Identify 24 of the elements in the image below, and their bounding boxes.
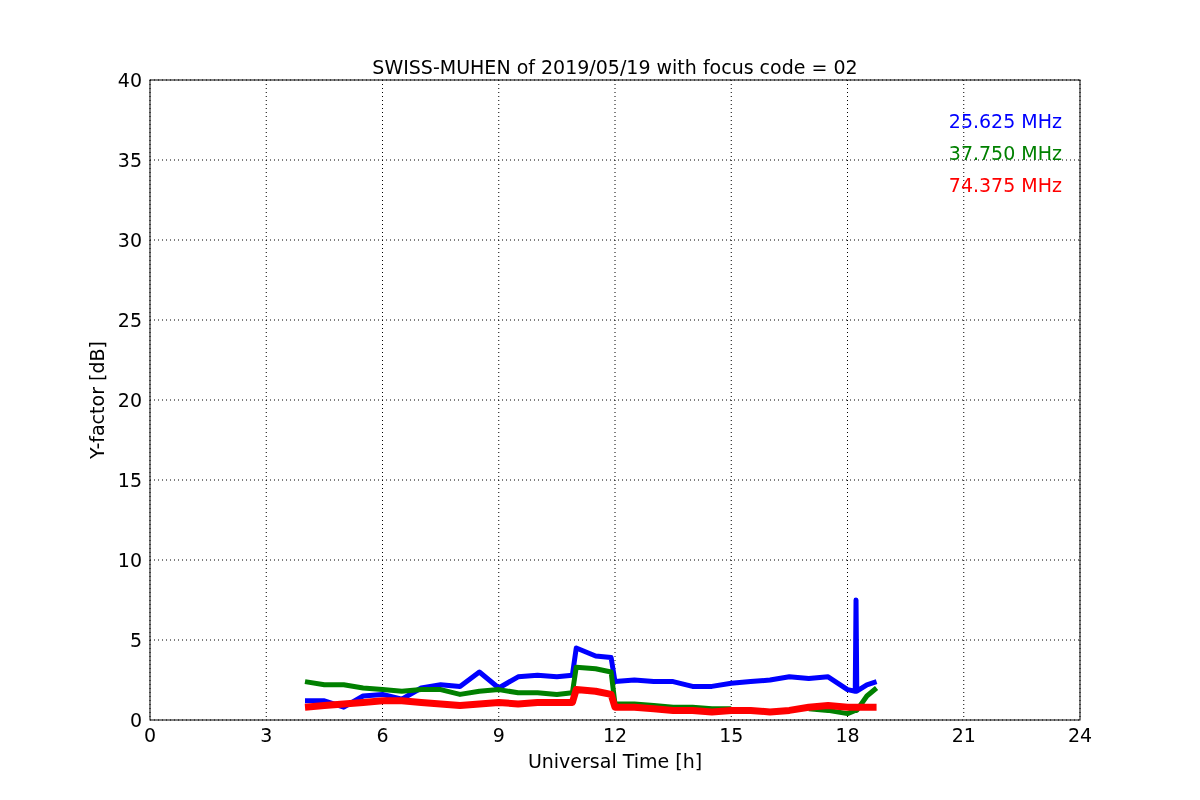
- y-tick-label: 5: [129, 629, 142, 651]
- legend-label: 74.375 MHz: [948, 174, 1062, 196]
- chart-title: SWISS-MUHEN of 2019/05/19 with focus code = 02: [372, 56, 858, 78]
- y-tick-label: 15: [117, 469, 142, 491]
- x-tick-label: 3: [260, 724, 273, 746]
- y-tick-label: 10: [117, 549, 142, 571]
- x-tick-label: 21: [951, 724, 976, 746]
- x-tick-label: 24: [1067, 724, 1093, 746]
- y-tick-label: 0: [129, 709, 142, 731]
- x-tick-label: 0: [143, 724, 157, 746]
- y-tick-label: 25: [117, 309, 142, 331]
- legend-label: 25.625 MHz: [948, 110, 1062, 132]
- y-tick-label: 20: [117, 389, 142, 411]
- x-tick-label: 9: [492, 724, 505, 746]
- x-axis-label: Universal Time [h]: [527, 750, 703, 772]
- y-tick-label: 30: [117, 229, 142, 251]
- y-axis-label: Y-factor [dB]: [86, 341, 108, 459]
- x-tick-label: 6: [376, 724, 389, 746]
- x-tick-label: 12: [602, 724, 628, 746]
- y-tick-label: 35: [117, 149, 142, 171]
- x-tick-label: 15: [719, 724, 744, 746]
- legend-label: 37.750 MHz: [948, 142, 1062, 164]
- y-tick-label: 40: [117, 69, 142, 91]
- x-tick-label: 18: [835, 724, 860, 746]
